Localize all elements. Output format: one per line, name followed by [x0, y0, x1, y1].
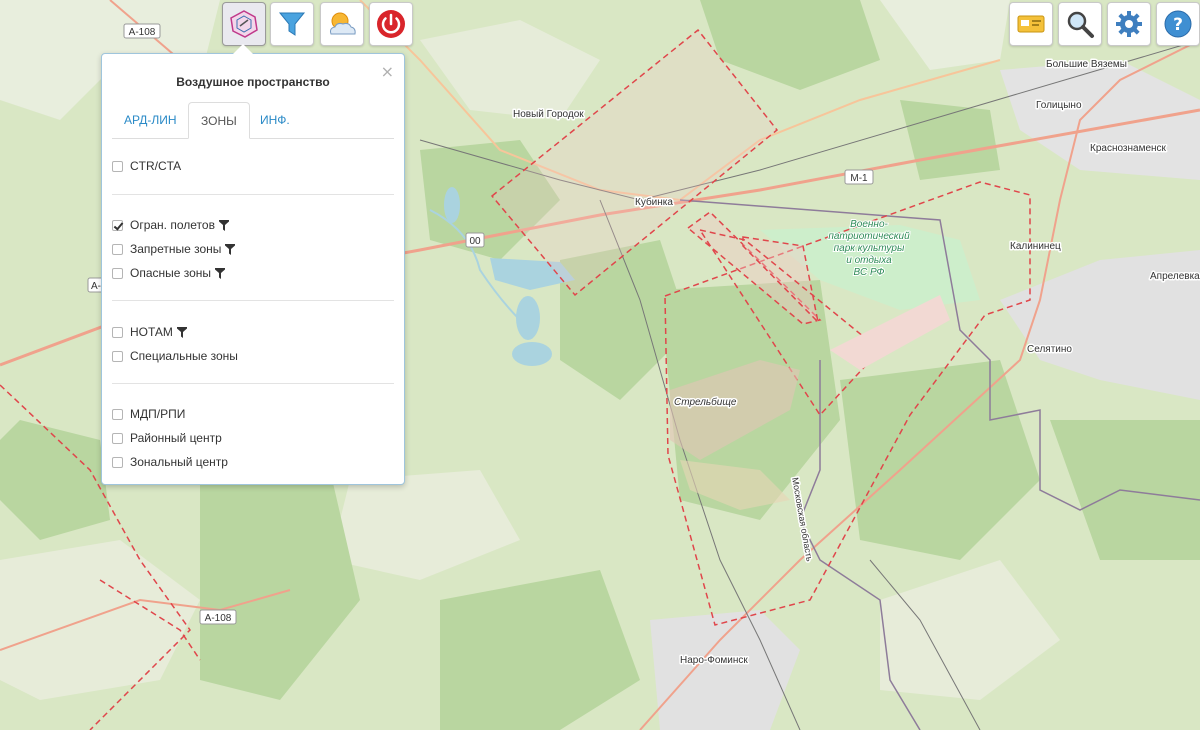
option-label: Опасные зоны	[130, 266, 212, 280]
divider	[112, 300, 394, 301]
svg-text:?: ?	[1173, 15, 1183, 35]
option-label: Зональный центр	[130, 455, 228, 469]
search-icon	[1067, 11, 1094, 38]
svg-text:00: 00	[469, 236, 481, 247]
svg-text:Военно-: Военно-	[850, 219, 888, 230]
option-label: МДП/РПИ	[130, 407, 186, 421]
filter-icon[interactable]	[225, 243, 236, 255]
panel-tabs: АРД-ЛИН ЗОНЫ ИНФ.	[112, 102, 394, 139]
option-district-center[interactable]: Районный центр	[112, 430, 222, 446]
svg-text:парк культуры: парк культуры	[834, 243, 905, 254]
checkbox-ctr-cta[interactable]	[112, 160, 123, 172]
place-novy-gorodok: Новый Городок	[513, 109, 584, 120]
airspace-icon	[230, 10, 258, 38]
gear-icon	[1116, 11, 1142, 37]
place-bolshie-vyazemy: Большие Вяземы	[1046, 59, 1127, 70]
checkbox-danger-zones[interactable]	[112, 267, 123, 279]
divider	[112, 383, 394, 384]
option-label: Специальные зоны	[130, 349, 238, 363]
option-label: Огран. полетов	[130, 218, 215, 232]
checkbox-mdp-rpi[interactable]	[112, 408, 123, 420]
road-badge-a108-bottom: А-108	[199, 609, 237, 625]
road-badge-a108-top: А-108	[123, 23, 161, 39]
option-label: Районный центр	[130, 431, 222, 445]
place-kubinka: Кубинка	[635, 196, 673, 208]
id-card-icon	[1017, 15, 1045, 33]
filter-icon[interactable]	[176, 326, 187, 338]
place-naro-fominsk: Наро-Фоминск	[680, 655, 748, 666]
tab-zones[interactable]: ЗОНЫ	[188, 102, 250, 139]
close-icon[interactable]: ×	[381, 64, 394, 80]
divider	[112, 194, 394, 195]
checkbox-prohibited-zones[interactable]	[112, 243, 123, 255]
place-aprelevka: Апрелевка	[1150, 271, 1200, 282]
option-danger-zones[interactable]: Опасные зоны	[112, 265, 226, 281]
card-button[interactable]	[1009, 2, 1053, 46]
place-selyatino: Селятино	[1027, 344, 1072, 355]
svg-text:А-108: А-108	[205, 613, 232, 624]
option-flight-restriction[interactable]: Огран. полетов	[112, 217, 229, 233]
settings-button[interactable]	[1107, 2, 1151, 46]
checkbox-notam[interactable]	[112, 326, 123, 338]
option-ctr-cta[interactable]: CTR/CTA	[112, 158, 181, 174]
checkbox-flight-restriction[interactable]	[112, 219, 123, 231]
option-label: НОТАМ	[130, 325, 173, 339]
filter-button[interactable]	[270, 2, 314, 46]
place-strelbishche: Стрельбище	[674, 396, 737, 408]
filter-icon[interactable]	[218, 219, 229, 231]
panel-pointer	[233, 44, 253, 54]
option-notam[interactable]: НОТАМ	[112, 324, 187, 340]
tab-ard-lin[interactable]: АРД-ЛИН	[112, 102, 189, 138]
checkbox-special-zones[interactable]	[112, 350, 123, 362]
road-badge-m1: М-1	[844, 169, 874, 185]
tab-info[interactable]: ИНФ.	[248, 102, 302, 138]
place-krasnoznamensk: Краснознаменск	[1090, 143, 1167, 154]
checkbox-district-center[interactable]	[112, 432, 123, 444]
help-button[interactable]: ?	[1156, 2, 1200, 46]
airspace-panel: Воздушное пространство × АРД-ЛИН ЗОНЫ ИН…	[101, 53, 405, 485]
weather-button[interactable]	[320, 2, 364, 46]
search-button[interactable]	[1058, 2, 1102, 46]
help-icon: ?	[1164, 10, 1192, 38]
option-prohibited-zones[interactable]: Запретные зоны	[112, 241, 236, 257]
panel-title: Воздушное пространство	[176, 75, 330, 89]
option-special-zones[interactable]: Специальные зоны	[112, 348, 238, 364]
svg-text:М-1: М-1	[850, 173, 868, 184]
option-label: CTR/CTA	[130, 159, 182, 173]
svg-text:А-108: А-108	[129, 27, 156, 38]
place-kalininets: Калининец	[1010, 241, 1061, 252]
place-golitsyno: Голицыно	[1036, 100, 1082, 111]
svg-text:А-: А-	[91, 281, 101, 292]
svg-text:ВС РФ: ВС РФ	[854, 267, 885, 278]
power-icon	[377, 10, 405, 38]
checkbox-zonal-center[interactable]	[112, 456, 123, 468]
option-label: Запретные зоны	[130, 242, 222, 256]
option-zonal-center[interactable]: Зональный центр	[112, 454, 228, 470]
svg-text:и отдыха: и отдыха	[846, 255, 892, 266]
power-button[interactable]	[369, 2, 413, 46]
option-mdp-rpi[interactable]: МДП/РПИ	[112, 406, 185, 422]
airspace-button[interactable]	[222, 2, 266, 46]
svg-text:патриотический: патриотический	[828, 231, 910, 242]
weather-cloud-sun-icon	[330, 12, 356, 35]
filter-funnel-icon	[278, 12, 306, 36]
filter-icon[interactable]	[215, 267, 226, 279]
road-badge-00: 00	[465, 232, 485, 248]
